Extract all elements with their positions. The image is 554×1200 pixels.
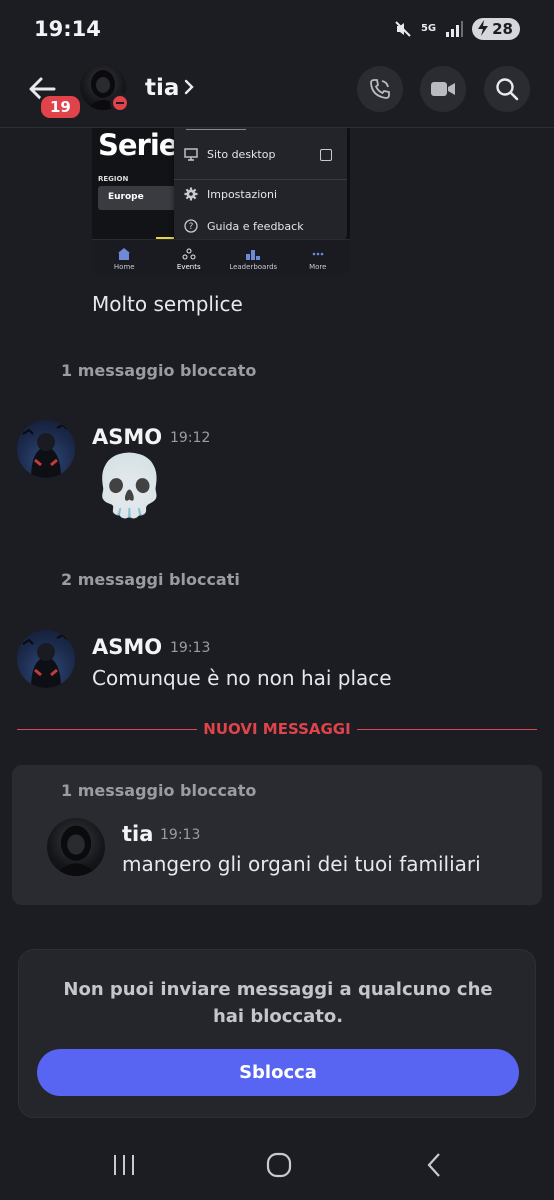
- avatar[interactable]: [47, 818, 105, 876]
- embed-tab-label: Events: [176, 263, 201, 271]
- message-author[interactable]: ASMO: [92, 635, 162, 659]
- home-button[interactable]: [259, 1150, 299, 1180]
- embed-tab-label: Home: [113, 263, 135, 271]
- embed-region-label: REGION: [98, 175, 129, 183]
- charging-icon: [478, 20, 489, 36]
- signal-icon: [446, 21, 464, 37]
- home-icon: [118, 248, 131, 260]
- embed-tab-events: Events: [157, 240, 222, 275]
- message-content: mangero gli organi dei tuoi familiari: [122, 852, 481, 876]
- unblock-button[interactable]: Sblocca: [37, 1049, 519, 1096]
- back-button[interactable]: [414, 1150, 454, 1180]
- home-icon: [266, 1152, 292, 1178]
- attached-image[interactable]: Serie REGION Europe Sito desktop Imposta…: [92, 128, 350, 275]
- message-timestamp: 19:13: [160, 827, 201, 843]
- blocked-messages-label[interactable]: 1 messaggio bloccato: [61, 781, 256, 800]
- blocked-messages-label[interactable]: 2 messaggi bloccati: [61, 570, 240, 589]
- new-messages-label: NUOVI MESSAGGI: [203, 720, 351, 738]
- contact-name[interactable]: tia: [145, 75, 179, 101]
- embed-menu-label: Guida e feedback: [207, 219, 304, 233]
- status-time: 19:14: [34, 17, 101, 41]
- status-icons: 5G 28: [394, 18, 520, 40]
- battery-level: 28: [492, 20, 513, 38]
- chat-header: 19 tia: [0, 60, 554, 128]
- unread-badge: 19: [38, 93, 83, 121]
- embed-tab-leaderboards: Leaderboards: [221, 240, 286, 275]
- embed-menu-divider: [174, 179, 347, 180]
- video-call-button[interactable]: [420, 66, 466, 112]
- avatar[interactable]: [17, 630, 75, 688]
- events-icon: [182, 248, 196, 260]
- embed-menu-label: Impostazioni: [207, 187, 278, 201]
- blocked-messages-label[interactable]: 1 messaggio bloccato: [61, 361, 256, 380]
- embed-region-select: Europe: [98, 186, 178, 210]
- network-label: 5G: [420, 23, 437, 34]
- back-icon: [427, 1153, 440, 1177]
- embed-tab-bar: Home Events Leaderboards More: [92, 239, 350, 275]
- embed-menu-item: Impostazioni: [184, 187, 277, 201]
- avatar[interactable]: [17, 420, 75, 478]
- search-button[interactable]: [484, 66, 530, 112]
- more-icon: [312, 252, 324, 256]
- message-author[interactable]: tia: [122, 822, 153, 846]
- embed-menu-cut-item: [186, 128, 246, 130]
- system-nav-bar: [0, 1130, 554, 1200]
- status-bar: 19:14 5G 28: [0, 0, 554, 60]
- embed-menu-item: Sito desktop: [184, 148, 275, 161]
- avatar-image: [54, 825, 98, 876]
- search-icon: [496, 78, 519, 101]
- embed-tab-label: More: [309, 263, 327, 271]
- embed-menu: Sito desktop Impostazioni ? Guida e feed…: [174, 128, 347, 245]
- blocked-status-icon: [110, 93, 130, 113]
- chevron-right-icon[interactable]: [183, 78, 195, 96]
- message-content: Molto semplice: [92, 292, 243, 316]
- embed-tab-more: More: [286, 240, 351, 275]
- embed-menu-label: Sito desktop: [207, 148, 276, 161]
- embed-title: Serie: [98, 128, 178, 162]
- leaderboard-icon: [246, 250, 261, 260]
- phone-call-icon: [370, 79, 390, 99]
- svg-text:?: ?: [189, 222, 194, 232]
- help-icon: ?: [184, 219, 198, 233]
- checkbox-icon: [320, 149, 332, 161]
- message-timestamp: 19:13: [170, 640, 211, 656]
- embed-tab-home: Home: [92, 240, 157, 275]
- mute-icon: [395, 21, 411, 37]
- desktop-icon: [184, 148, 198, 161]
- battery-indicator: 28: [472, 18, 520, 40]
- new-messages-divider: NUOVI MESSAGGI: [17, 718, 537, 742]
- blocked-notice-text: Non puoi inviare messaggi a qualcuno che…: [63, 979, 493, 1027]
- gear-icon: [184, 187, 198, 201]
- video-camera-icon: [431, 82, 455, 96]
- message-content: 💀: [92, 451, 167, 521]
- avatar-image: [22, 423, 68, 478]
- recent-apps-icon: [114, 1155, 134, 1175]
- call-button[interactable]: [357, 66, 403, 112]
- embed-menu-item: ? Guida e feedback: [184, 219, 304, 233]
- avatar-image: [22, 633, 68, 688]
- embed-tab-label: Leaderboards: [229, 263, 278, 271]
- blocked-user-panel: Non puoi inviare messaggi a qualcuno che…: [18, 949, 536, 1118]
- message-author[interactable]: ASMO: [92, 425, 162, 449]
- message-timestamp: 19:12: [170, 430, 211, 446]
- message-content: Comunque è no non hai place: [92, 666, 392, 690]
- recent-apps-button[interactable]: [104, 1150, 144, 1180]
